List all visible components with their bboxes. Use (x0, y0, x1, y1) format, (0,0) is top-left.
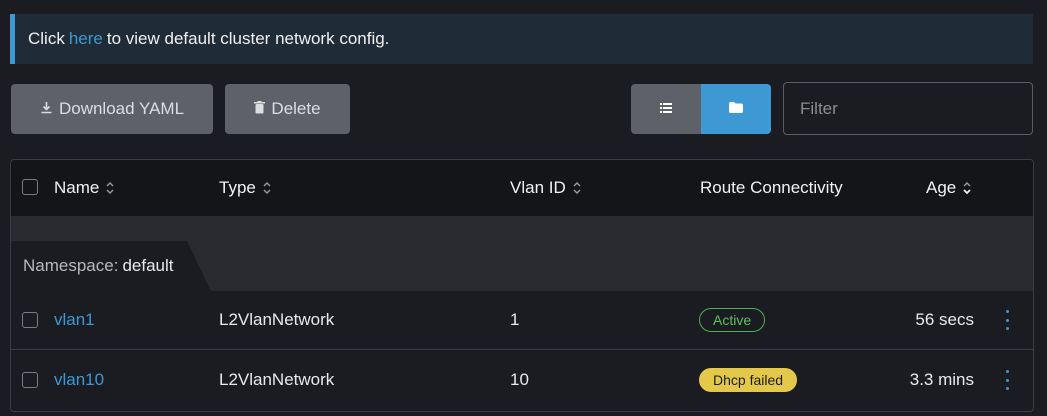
row-name-link[interactable]: vlan1 (54, 291, 95, 349)
namespace-label: Namespace: (23, 256, 119, 275)
row-type: L2VlanNetwork (219, 370, 335, 389)
row-checkbox[interactable] (22, 372, 38, 388)
row-age: 56 secs (915, 310, 974, 329)
status-badge: Dhcp failed (699, 368, 798, 392)
banner-suffix: to view default cluster network config. (106, 29, 390, 48)
row-name-link[interactable]: vlan10 (54, 351, 104, 409)
row-actions-icon[interactable] (1002, 310, 1012, 330)
header-type[interactable]: Type (219, 160, 272, 216)
status-badge: Active (699, 308, 766, 332)
table-row: vlan1 L2VlanNetwork 1 Active 56 secs (11, 291, 1033, 350)
header-age-label: Age (926, 178, 957, 197)
sort-icon (105, 181, 115, 196)
networks-table: Name Type Vlan ID Route Connectivity Age (10, 159, 1034, 412)
header-vlan-id-label: Vlan ID (510, 178, 566, 197)
row-route: Dhcp failed (699, 351, 798, 409)
row-type: L2VlanNetwork (219, 310, 335, 329)
sort-icon (262, 181, 272, 196)
folder-view-button[interactable] (701, 84, 771, 134)
sort-desc-icon (962, 181, 972, 196)
row-route: Active (699, 291, 766, 349)
row-checkbox[interactable] (22, 312, 38, 328)
banner-link[interactable]: here (69, 29, 103, 49)
header-route-connectivity: Route Connectivity (700, 160, 843, 216)
download-icon (40, 101, 53, 117)
trash-icon (254, 101, 266, 117)
select-all-checkbox[interactable] (22, 179, 38, 195)
delete-label: Delete (271, 99, 321, 118)
row-vlan-id: 10 (510, 370, 529, 389)
header-name[interactable]: Name (54, 160, 115, 216)
download-yaml-label: Download YAML (58, 99, 185, 118)
namespace-group-tab: Namespace: default (11, 241, 211, 291)
list-view-button[interactable] (631, 84, 701, 134)
folder-icon (729, 100, 743, 118)
download-yaml-button[interactable]: Download YAML (11, 84, 213, 134)
row-age: 3.3 mins (909, 370, 974, 389)
filter-input[interactable] (783, 82, 1033, 135)
namespace-value: default (122, 256, 174, 275)
row-vlan-id: 1 (510, 310, 520, 329)
banner-prefix: Click (28, 29, 65, 48)
info-banner: Click here to view default cluster netwo… (10, 14, 1033, 64)
sort-icon (572, 181, 582, 196)
view-toggle (631, 84, 771, 134)
header-vlan-id[interactable]: Vlan ID (510, 160, 582, 216)
header-name-label: Name (54, 178, 100, 197)
delete-button[interactable]: Delete (225, 84, 350, 134)
namespace-group-header: Namespace: default (11, 216, 1033, 291)
header-age[interactable]: Age (926, 160, 972, 216)
table-header: Name Type Vlan ID Route Connectivity Age (11, 160, 1033, 217)
header-type-label: Type (219, 178, 256, 197)
header-route-label: Route Connectivity (700, 178, 843, 197)
table-row: vlan10 L2VlanNetwork 10 Dhcp failed 3.3 … (11, 351, 1033, 409)
row-actions-icon[interactable] (1002, 370, 1012, 390)
list-icon (660, 100, 672, 118)
